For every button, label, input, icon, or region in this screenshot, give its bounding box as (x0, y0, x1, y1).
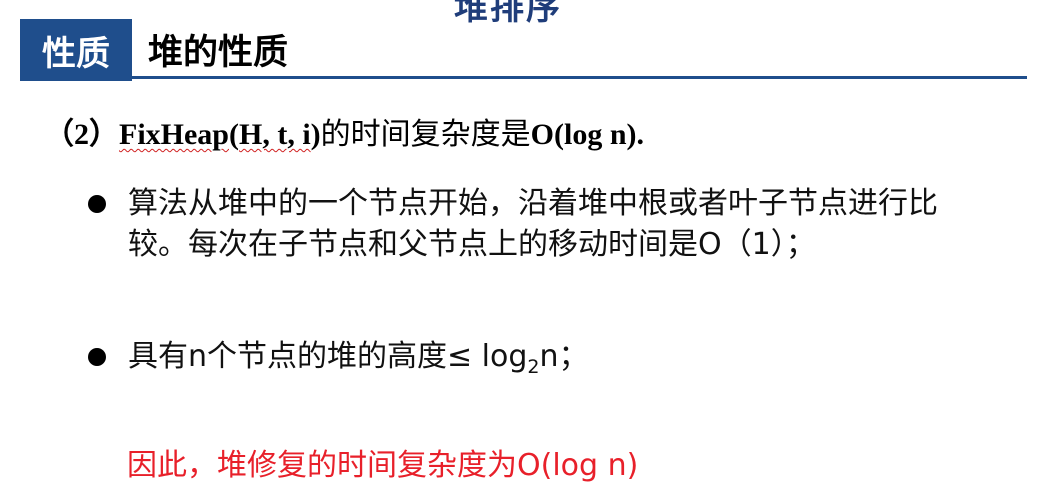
conclusion-text: 因此，堆修复的时间复杂度为O(log n) (127, 448, 639, 483)
heading-suffix: 的时间复杂度是 (320, 117, 531, 152)
bullet-item: 算法从堆中的一个节点开始，沿着堆中根或者叶子节点进行比较。每次在子节点和父节点上… (88, 183, 948, 265)
log-subscript: 2 (527, 356, 540, 378)
section-tag: 性质 (20, 19, 132, 81)
bullet-text: 算法从堆中的一个节点开始，沿着堆中根或者叶子节点进行比较。每次在子节点和父节点上… (128, 186, 938, 262)
bullet-text-part: 具有n个节点的堆的高度≤ log (128, 339, 528, 374)
heading-args: H, t, i (239, 118, 311, 151)
bullet-text-part: n； (539, 339, 589, 374)
heading-paren-close: ) (310, 118, 321, 151)
heading-func: FixHeap (119, 118, 229, 151)
heading-paren-open: ( (229, 118, 239, 151)
page-title: 堆的性质 (148, 33, 289, 73)
bullet-dot-icon (88, 195, 106, 213)
slide-title-cut: 堆排序 (454, 0, 562, 28)
heading-prefix: （2） (44, 118, 119, 151)
bullet-text: 具有n个节点的堆的高度≤ log2n； (128, 336, 948, 388)
statement-heading: （2）FixHeap(H, t, i)的时间复杂度是O(log n). (44, 109, 644, 153)
header-divider (20, 76, 1027, 79)
heading-big-o: O(log n). (530, 118, 645, 151)
bullet-item: 具有n个节点的堆的高度≤ log2n； (88, 336, 948, 388)
bullet-dot-icon (88, 348, 106, 366)
